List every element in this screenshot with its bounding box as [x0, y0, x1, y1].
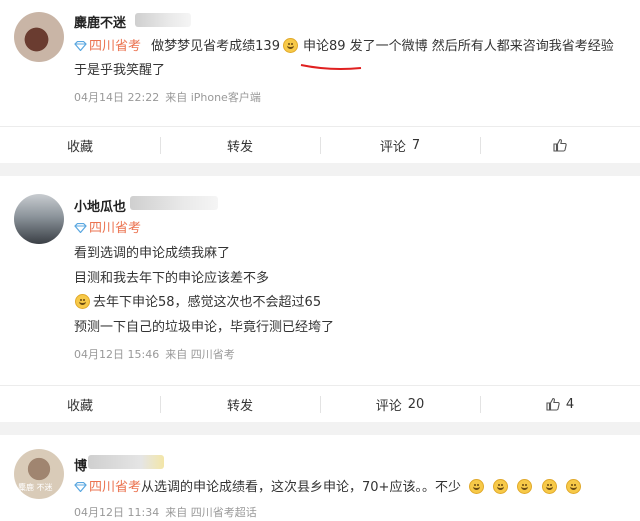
- comment-button[interactable]: 评论 20: [320, 386, 480, 422]
- collect-label: 收藏: [66, 398, 93, 414]
- diamond-icon: [74, 223, 87, 233]
- post-time[interactable]: 04月12日 15:46: [74, 348, 159, 361]
- collect-button[interactable]: 收藏: [0, 386, 160, 422]
- grin-emoji: [493, 479, 509, 494]
- user-avatar[interactable]: [14, 194, 64, 244]
- grin-emoji: [517, 479, 533, 494]
- source-line: 四川省考: [74, 220, 141, 238]
- user-name[interactable]: 小地瓜也: [74, 196, 126, 215]
- weibo-post-2: 小地瓜也 四川省考 看到选调的申论成绩我麻了 目测和我去年下的申论应该差不多 去…: [0, 176, 640, 422]
- avatar-overlay-text: 麋鹿 不迷: [18, 483, 53, 492]
- repost-button[interactable]: 转发: [160, 386, 320, 422]
- weibo-post-1: 麋鹿不迷 四川省考 做梦梦见省考成绩139 申论89 发了一个微博 然后所有人都来…: [0, 0, 640, 163]
- collect-button[interactable]: 收藏: [0, 127, 160, 163]
- grin-emoji: [75, 294, 90, 309]
- post-meta: 04月12日 11:34 来自 四川省考超话: [74, 504, 263, 520]
- post-text-line-3: 去年下申论58，感觉这次也不会超过65: [74, 294, 321, 312]
- thumb-up-icon: [546, 397, 560, 411]
- post-text-line-4: 预测一下自己的垃圾申论，毕竟行测已经垮了: [74, 320, 335, 335]
- comment-label: 评论: [375, 398, 402, 414]
- post-time[interactable]: 04月12日 11:34: [74, 506, 159, 519]
- diamond-icon: [74, 41, 87, 51]
- comment-count: 20: [407, 396, 425, 412]
- blurred-name-part: [135, 13, 191, 27]
- source-label: 四川省考: [89, 221, 142, 236]
- post-content: 四川省考从选调的申论成绩看，这次县乡申论，70+应该。。不少: [74, 479, 582, 497]
- source-tag[interactable]: 四川省考: [74, 221, 141, 236]
- collect-label: 收藏: [66, 139, 93, 155]
- comment-label: 评论: [379, 139, 406, 155]
- action-bar: 收藏 转发 评论 20 4: [0, 385, 640, 422]
- grin-emoji: [469, 479, 485, 494]
- red-underline-annotation: [300, 64, 362, 70]
- grin-emoji: [282, 38, 298, 53]
- source-tag[interactable]: 四川省考: [74, 39, 141, 54]
- grin-emoji: [541, 479, 557, 494]
- like-button[interactable]: 4: [480, 386, 640, 422]
- post-source-client: 来自 四川省考: [165, 348, 235, 361]
- blurred-name-part: [88, 455, 164, 469]
- post-text: 去年下申论58，感觉这次也不会超过65: [93, 295, 322, 310]
- post-meta: 04月12日 15:46 来自 四川省考: [74, 346, 241, 362]
- user-avatar[interactable]: 麋鹿 不迷: [14, 449, 64, 499]
- source-label: 四川省考: [89, 39, 142, 54]
- source-tag[interactable]: 四川省考: [74, 480, 141, 495]
- action-bar: 收藏 转发 评论 7: [0, 126, 640, 163]
- post-text-continued: 申论89 发了一个微博 然后所有人都来咨询我省考经验: [302, 39, 614, 54]
- blurred-name-part: [130, 196, 218, 210]
- post-source-client: 来自 四川省考超话: [165, 506, 257, 519]
- post-text-line-2: 目测和我去年下的申论应该差不多: [74, 271, 270, 286]
- user-avatar[interactable]: [14, 12, 64, 62]
- like-count: 4: [565, 396, 575, 412]
- user-name[interactable]: 博: [74, 455, 87, 474]
- grin-emoji: [565, 479, 581, 494]
- source-label: 四川省考: [89, 480, 142, 495]
- post-time[interactable]: 04月14日 22:22: [74, 91, 159, 104]
- weibo-post-3: 麋鹿 不迷 博 四川省考从选调的申论成绩看，这次县乡申论，70+应该。。不少 0…: [0, 435, 640, 521]
- like-button[interactable]: [480, 127, 640, 163]
- user-name[interactable]: 麋鹿不迷: [74, 12, 126, 31]
- repost-label: 转发: [226, 398, 253, 414]
- post-content: 四川省考 做梦梦见省考成绩139 申论89 发了一个微博 然后所有人都来咨询我省考…: [74, 38, 614, 56]
- thumb-up-icon: [553, 138, 567, 152]
- post-meta: 04月14日 22:22 来自 iPhone客户端: [74, 89, 267, 105]
- post-text-line-2: 于是乎我笑醒了: [74, 63, 166, 78]
- repost-label: 转发: [226, 139, 253, 155]
- post-source-client: 来自 iPhone客户端: [165, 91, 261, 104]
- comment-button[interactable]: 评论 7: [320, 127, 480, 163]
- post-text: 从选调的申论成绩看，这次县乡申论，70+应该。。不少: [141, 480, 461, 495]
- post-text: 做梦梦见省考成绩139: [151, 39, 280, 54]
- repost-button[interactable]: 转发: [160, 127, 320, 163]
- diamond-icon: [74, 482, 87, 492]
- post-text-line-1: 看到选调的申论成绩我麻了: [74, 246, 231, 261]
- comment-count: 7: [411, 137, 421, 153]
